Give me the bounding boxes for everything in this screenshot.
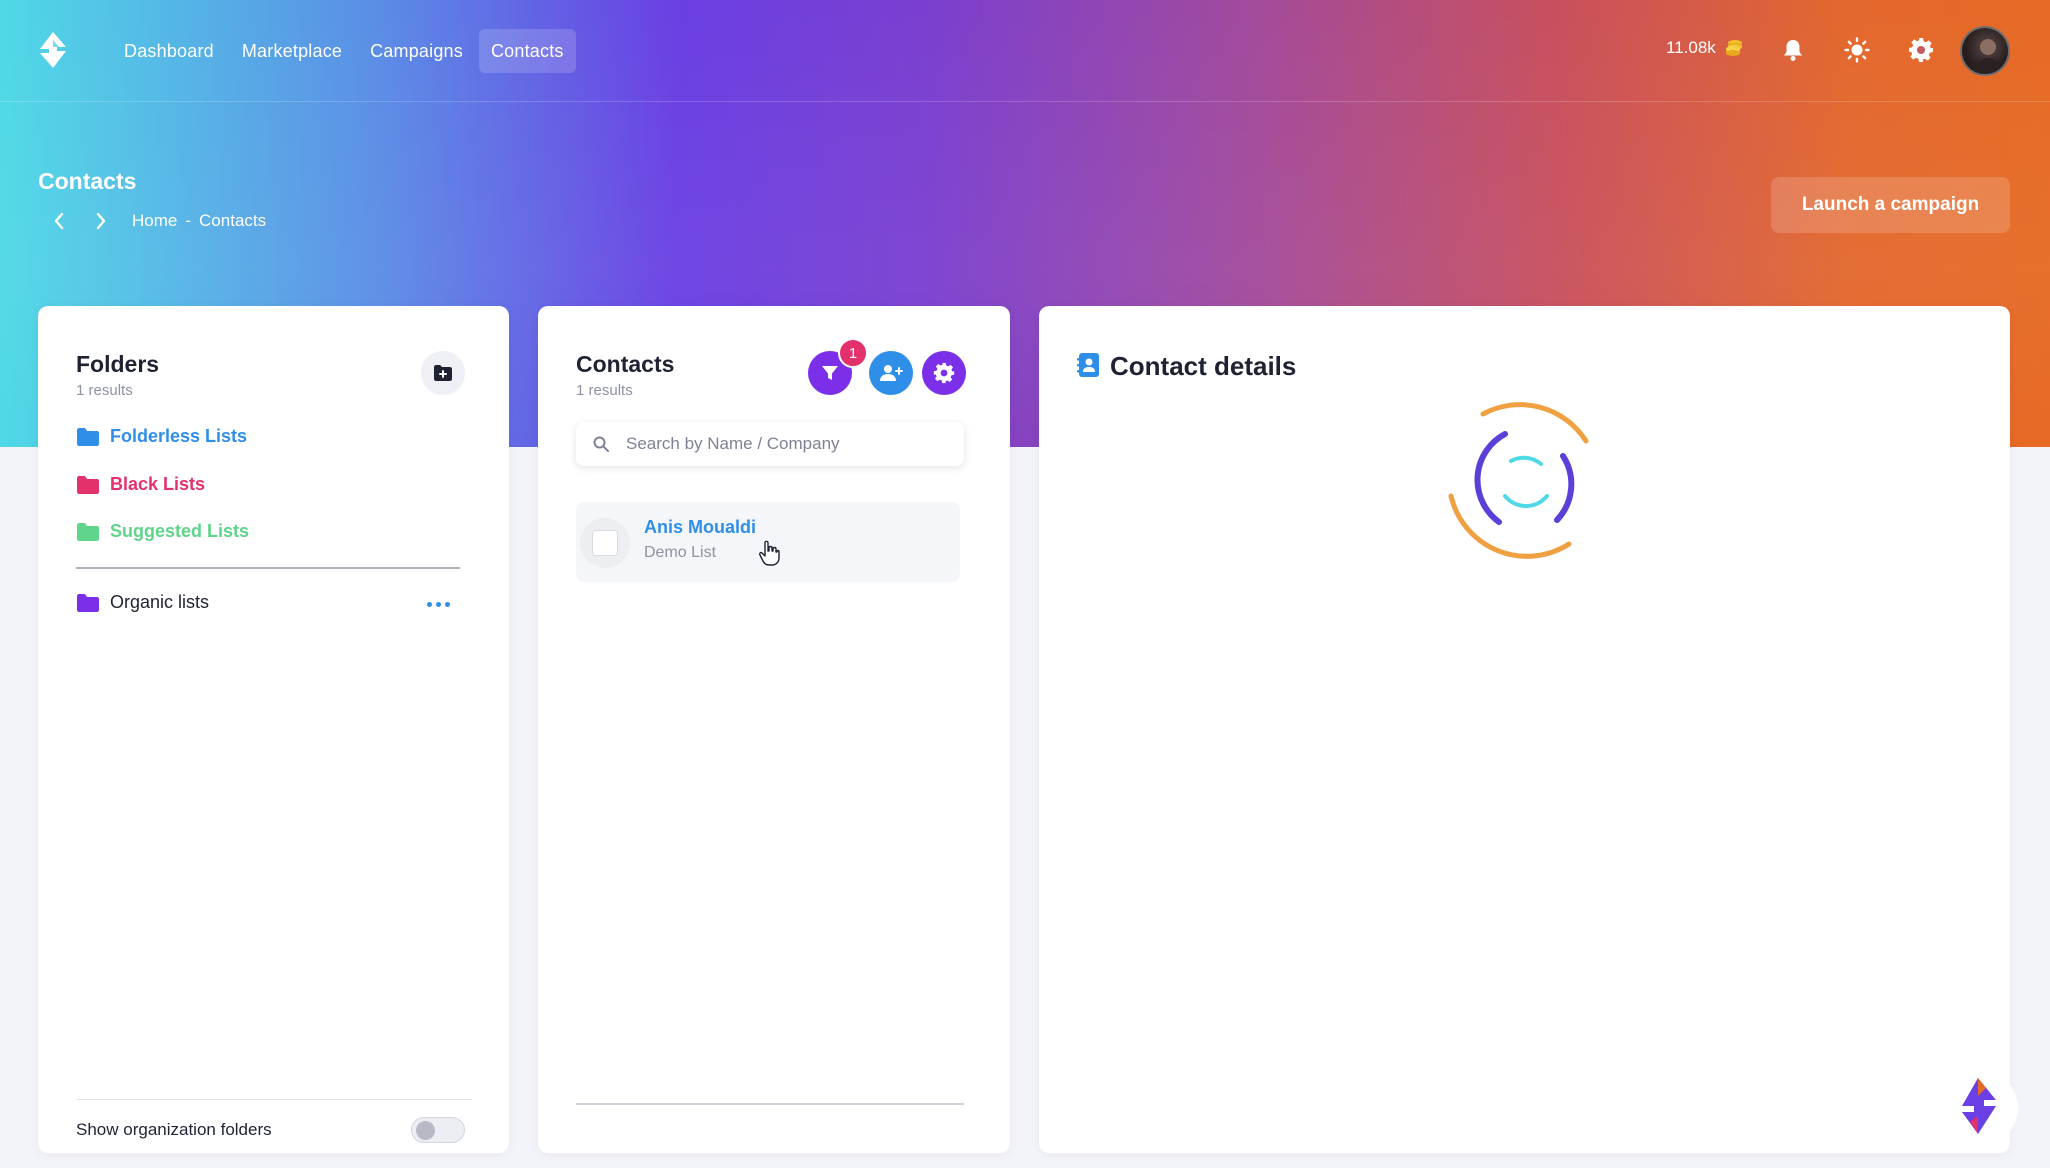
- search-input[interactable]: [626, 434, 946, 454]
- nav-item-marketplace[interactable]: Marketplace: [230, 29, 354, 73]
- folder-item-suggested[interactable]: Suggested Lists: [76, 521, 249, 542]
- folder-label-organic: Organic lists: [110, 592, 210, 612]
- breadcrumb-current: Contacts: [199, 211, 267, 230]
- chevron-left-icon: [54, 212, 64, 230]
- filter-icon: [822, 366, 838, 380]
- folders-divider: [76, 567, 460, 569]
- chevron-right-icon: [96, 212, 106, 230]
- nav-item-contacts[interactable]: Contacts: [478, 29, 576, 73]
- user-avatar[interactable]: [1960, 26, 2010, 76]
- loading-spinner-icon: [1448, 402, 1589, 559]
- back-button[interactable]: [48, 210, 70, 232]
- contact-list-name: Demo List: [644, 544, 717, 561]
- breadcrumb: Home - Contacts: [48, 210, 266, 232]
- folder-item-organic[interactable]: Organic lists: [76, 592, 209, 613]
- folder-add-icon: [434, 365, 452, 381]
- bell-icon: [1784, 40, 1802, 61]
- folder-item-blacklists[interactable]: Black Lists: [76, 474, 205, 495]
- folders-title: Folders: [76, 351, 160, 377]
- launch-campaign-button[interactable]: Launch a campaign: [1771, 177, 2010, 233]
- credits-value: 11.08k: [1666, 38, 1716, 57]
- settings-button[interactable]: [1906, 35, 1936, 65]
- nav-item-campaigns[interactable]: Campaigns: [358, 29, 475, 73]
- folder-label-folderless: Folderless Lists: [110, 426, 248, 446]
- contacts-footer-divider: [576, 1103, 964, 1105]
- folder-item-folderless[interactable]: Folderless Lists: [76, 426, 247, 447]
- coins-icon: [1725, 40, 1742, 56]
- breadcrumb-separator: -: [185, 211, 192, 230]
- more-options-icon[interactable]: [423, 592, 453, 616]
- search-icon: [593, 436, 609, 452]
- topbar-divider: [0, 101, 2050, 102]
- sun-icon: [1844, 37, 1870, 63]
- contacts-count: 1 results: [576, 382, 633, 399]
- help-widget-logo-icon[interactable]: [1940, 1068, 2020, 1148]
- add-folder-button[interactable]: [421, 351, 465, 395]
- main-nav: Dashboard Marketplace Campaigns Contacts: [112, 29, 576, 73]
- org-folders-toggle-label: Show organization folders: [76, 1120, 272, 1139]
- breadcrumb-home[interactable]: Home: [132, 211, 177, 231]
- contact-row[interactable]: Anis Moualdi Demo List: [576, 502, 960, 582]
- add-contact-button[interactable]: [869, 351, 913, 395]
- contacts-panel: Contacts 1 results 1 Anis Moualdi Demo L…: [538, 306, 1010, 1153]
- folder-icon: [77, 522, 99, 541]
- page-title: Contacts: [38, 168, 137, 194]
- nav-item-dashboard[interactable]: Dashboard: [112, 29, 226, 73]
- filter-count-badge: 1: [838, 338, 868, 368]
- contact-checkbox[interactable]: [592, 530, 618, 556]
- pointer-cursor-icon: [759, 540, 780, 566]
- contacts-title: Contacts: [576, 351, 675, 377]
- theme-toggle-button[interactable]: [1842, 35, 1872, 65]
- folder-icon: [77, 427, 99, 446]
- gear-icon: [1909, 38, 1933, 62]
- toggle-knob: [416, 1121, 435, 1140]
- org-folders-toggle[interactable]: [411, 1117, 465, 1143]
- address-book-icon: [1077, 353, 1099, 377]
- folder-label-suggested: Suggested Lists: [110, 521, 250, 541]
- gear-icon: [933, 362, 955, 384]
- folder-label-blacklists: Black Lists: [110, 474, 206, 494]
- credits-balance[interactable]: 11.08k: [1666, 38, 1744, 58]
- user-plus-icon: [880, 365, 903, 381]
- contact-details-title: Contact details: [1110, 351, 1297, 381]
- contact-details-panel: Contact details: [1039, 306, 2010, 1153]
- folder-icon: [77, 593, 99, 612]
- folders-footer-divider: [76, 1099, 472, 1100]
- contact-name[interactable]: Anis Moualdi: [644, 517, 756, 538]
- search-box: [576, 422, 964, 466]
- contacts-settings-button[interactable]: [922, 351, 966, 395]
- folders-panel: Folders 1 results Folderless Lists Black…: [38, 306, 509, 1153]
- folders-count: 1 results: [76, 382, 133, 399]
- notifications-button[interactable]: [1778, 35, 1808, 65]
- forward-button[interactable]: [90, 210, 112, 232]
- app-logo-icon[interactable]: [36, 30, 70, 70]
- folder-icon: [77, 475, 99, 494]
- contact-checkbox-wrap: [580, 518, 630, 568]
